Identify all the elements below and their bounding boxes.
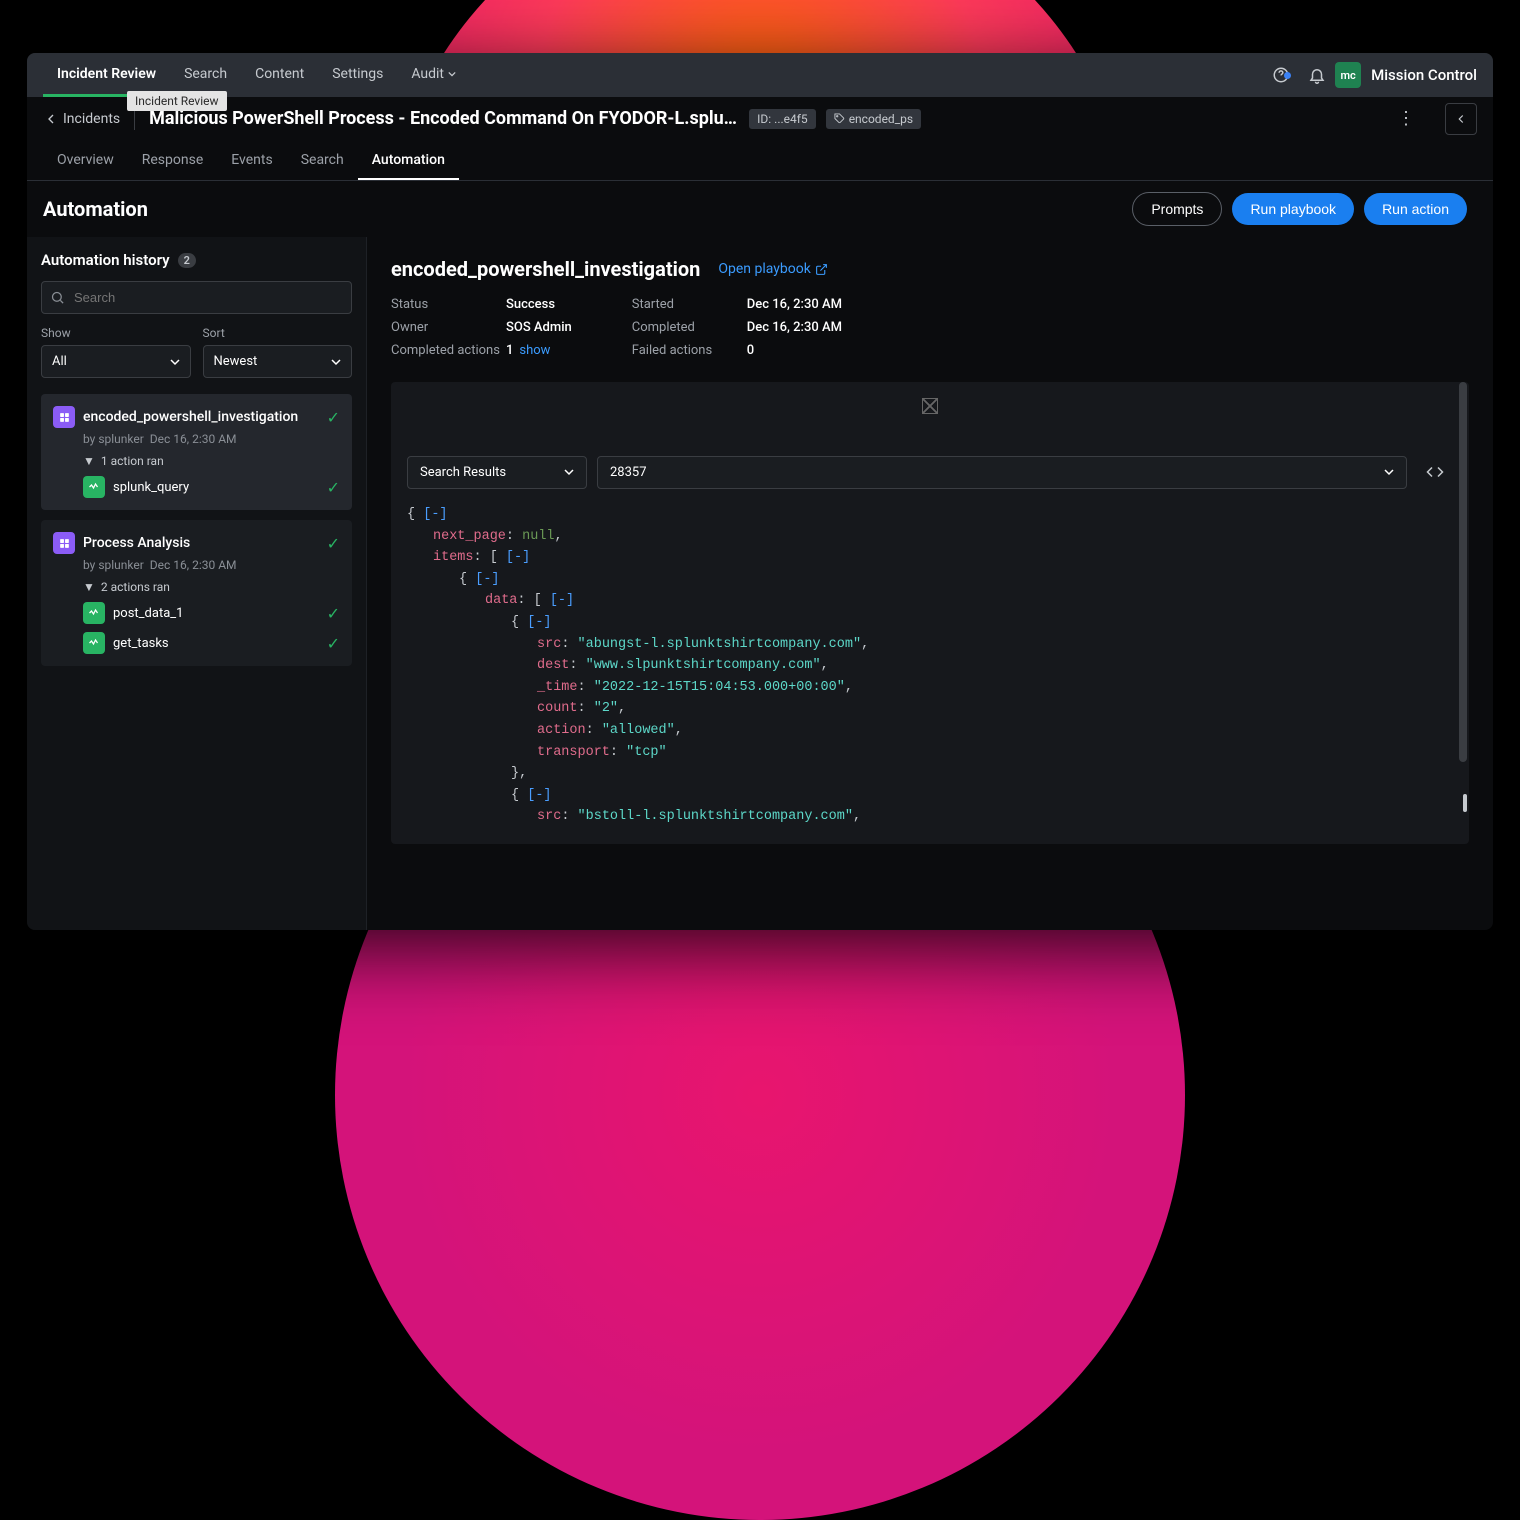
nav-settings[interactable]: Settings	[318, 53, 397, 97]
tab-search[interactable]: Search	[287, 141, 358, 180]
scrollbar[interactable]	[1459, 382, 1467, 822]
content-title: encoded_powershell_investigation	[391, 257, 700, 281]
history-count-badge: 2	[178, 253, 196, 268]
run-action-button[interactable]: Run action	[1364, 193, 1467, 225]
history-action[interactable]: get_tasks ✓	[83, 632, 340, 654]
playbook-icon	[53, 532, 75, 554]
search-icon	[50, 290, 65, 305]
meta-grid: StatusSuccess OwnerSOS Admin Completed a…	[391, 297, 1469, 358]
id-pill: ID: ...e4f5	[749, 109, 816, 129]
history-meta: by splunker Dec 16, 2:30 AM	[83, 558, 340, 572]
sidebar-title: Automation history 2	[41, 251, 352, 269]
collapse-panel-icon[interactable]	[1445, 103, 1477, 135]
tab-overview[interactable]: Overview	[43, 141, 128, 180]
brand-badge: mc	[1335, 62, 1361, 88]
history-action[interactable]: post_data_1 ✓	[83, 602, 340, 624]
sort-label: Sort	[203, 326, 353, 340]
history-expand[interactable]: ▼ 2 actions ran	[83, 580, 340, 594]
sidebar: Automation history 2 Show All Sort	[27, 237, 367, 930]
action-icon	[83, 602, 105, 624]
bell-icon[interactable]	[1299, 66, 1335, 84]
tab-events[interactable]: Events	[217, 141, 286, 180]
incident-title: Malicious PowerShell Process - Encoded C…	[149, 108, 739, 129]
kebab-menu[interactable]: ⋮	[1387, 108, 1425, 129]
show-label: Show	[41, 326, 191, 340]
tab-automation[interactable]: Automation	[358, 141, 459, 180]
tag-pill[interactable]: encoded_ps	[826, 109, 921, 129]
check-icon: ✓	[327, 408, 340, 427]
nav-tooltip: Incident Review	[127, 91, 227, 111]
chevron-down-icon	[1384, 467, 1394, 477]
search-input[interactable]	[41, 281, 352, 314]
history-item[interactable]: encoded_powershell_investigation ✓ by sp…	[41, 394, 352, 510]
check-icon: ✓	[327, 478, 340, 497]
nav-content[interactable]: Content	[241, 53, 318, 97]
back-button[interactable]: Incidents	[43, 111, 134, 127]
check-icon: ✓	[327, 634, 340, 653]
brand-text: Mission Control	[1371, 66, 1477, 84]
history-action[interactable]: splunk_query ✓	[83, 476, 340, 498]
history-item[interactable]: Process Analysis ✓ by splunker Dec 16, 2…	[41, 520, 352, 666]
tabs: Overview Response Events Search Automati…	[27, 141, 1493, 181]
open-playbook-link[interactable]: Open playbook	[718, 261, 827, 277]
check-icon: ✓	[327, 534, 340, 553]
action-icon	[83, 632, 105, 654]
history-title: Process Analysis	[83, 535, 319, 551]
content: encoded_powershell_investigation Open pl…	[367, 237, 1493, 930]
help-icon[interactable]	[1263, 66, 1299, 84]
app-window: Incident Review Search Content Settings …	[27, 53, 1493, 930]
top-nav: Incident Review Search Content Settings …	[27, 53, 1493, 97]
show-select[interactable]: All	[41, 345, 191, 378]
code-toggle-icon[interactable]	[1417, 454, 1453, 490]
prompts-button[interactable]: Prompts	[1132, 192, 1222, 226]
playbook-icon	[53, 406, 75, 428]
chevron-down-icon	[170, 357, 180, 367]
sort-select[interactable]: Newest	[203, 345, 353, 378]
header-row: Incidents Malicious PowerShell Process -…	[27, 97, 1493, 141]
show-link[interactable]: show	[519, 343, 550, 358]
history-expand[interactable]: ▼ 1 action ran	[83, 454, 340, 468]
json-output: { [-] next_page: null, items: [ [-] { [-…	[407, 504, 1453, 828]
action-bar: Automation Prompts Run playbook Run acti…	[27, 181, 1493, 237]
search-results-dropdown[interactable]: Search Results	[407, 456, 587, 489]
history-title: encoded_powershell_investigation	[83, 409, 319, 425]
check-icon: ✓	[327, 604, 340, 623]
results-panel: Search Results 28357 { [-] next_page: nu…	[391, 382, 1469, 844]
history-meta: by splunker Dec 16, 2:30 AM	[83, 432, 340, 446]
nav-audit[interactable]: Audit	[397, 53, 469, 97]
broken-image-icon	[922, 398, 938, 414]
search-box	[41, 281, 352, 314]
tab-response[interactable]: Response	[128, 141, 218, 180]
action-icon	[83, 476, 105, 498]
page-title: Automation	[43, 197, 148, 221]
chevron-down-icon	[564, 467, 574, 477]
run-playbook-button[interactable]: Run playbook	[1232, 193, 1354, 225]
main: Automation history 2 Show All Sort	[27, 237, 1493, 930]
id-dropdown[interactable]: 28357	[597, 456, 1407, 489]
chevron-down-icon	[331, 357, 341, 367]
